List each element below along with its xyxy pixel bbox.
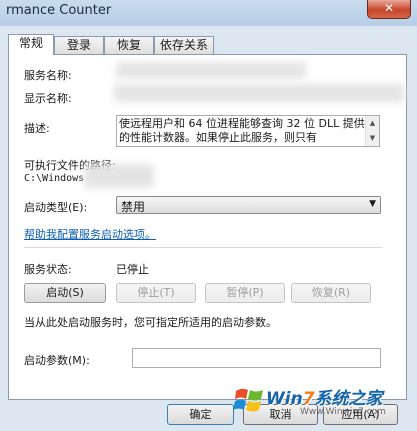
path-value-redacted: [84, 164, 154, 188]
service-status-value: 已停止: [116, 263, 149, 276]
description-box[interactable]: 使远程用户和 64 位进程能够查询 32 位 DLL 提供的性能计数器。如果停止…: [116, 115, 380, 147]
service-status-label: 服务状态:: [24, 263, 72, 276]
startup-type-label: 启动类型(E):: [24, 201, 88, 214]
close-button[interactable]: ✕: [367, 0, 411, 19]
stop-button[interactable]: 停止(T): [116, 283, 196, 303]
ok-button[interactable]: 确定: [167, 404, 234, 425]
start-params-input[interactable]: [132, 348, 381, 368]
description-text: 使远程用户和 64 位进程能够查询 32 位 DLL 提供的性能计数器。如果停止…: [119, 117, 365, 144]
chevron-down-icon: ▼: [369, 199, 376, 209]
help-configure-link[interactable]: 帮助我配置服务启动选项。: [24, 226, 156, 242]
watermark-url: Www.Winwin7.com: [300, 407, 386, 417]
service-name-label: 服务名称:: [24, 69, 72, 82]
pause-button[interactable]: 暂停(P): [205, 283, 285, 303]
tab-logon[interactable]: 登录: [54, 36, 104, 54]
service-name-value-redacted: [116, 62, 306, 78]
tab-general[interactable]: 常规: [8, 34, 54, 55]
scroll-down-icon[interactable]: ▼: [366, 131, 379, 146]
start-button[interactable]: 启动(S): [24, 283, 106, 303]
title-bar: rmance Counter ✕: [0, 0, 417, 26]
description-scrollbar[interactable]: ▲ ▼: [365, 116, 379, 146]
divider: [24, 247, 382, 248]
start-params-hint: 当从此处启动服务时，您可指定所适用的启动参数。: [24, 316, 277, 329]
windows-logo-icon: [233, 388, 263, 412]
close-icon: ✕: [383, 1, 395, 15]
resume-button[interactable]: 恢复(R): [291, 283, 371, 303]
watermark-brand: Win7系统之家: [266, 389, 383, 409]
scroll-up-icon[interactable]: ▲: [366, 116, 379, 131]
startup-type-value: 禁用: [121, 200, 146, 214]
path-value: C:\Windows: [24, 173, 85, 184]
tab-dependencies[interactable]: 依存关系: [154, 36, 214, 54]
description-label: 描述:: [24, 122, 50, 135]
startup-type-select[interactable]: 禁用 ▼: [116, 196, 381, 214]
start-params-label: 启动参数(M):: [24, 354, 90, 367]
watermark: Win7系统之家 Www.Winwin7.com: [232, 380, 417, 431]
display-name-value-redacted: [114, 84, 404, 102]
tab-recovery[interactable]: 恢复: [104, 36, 154, 54]
display-name-label: 显示名称:: [24, 92, 72, 105]
window-title: rmance Counter: [6, 3, 112, 18]
